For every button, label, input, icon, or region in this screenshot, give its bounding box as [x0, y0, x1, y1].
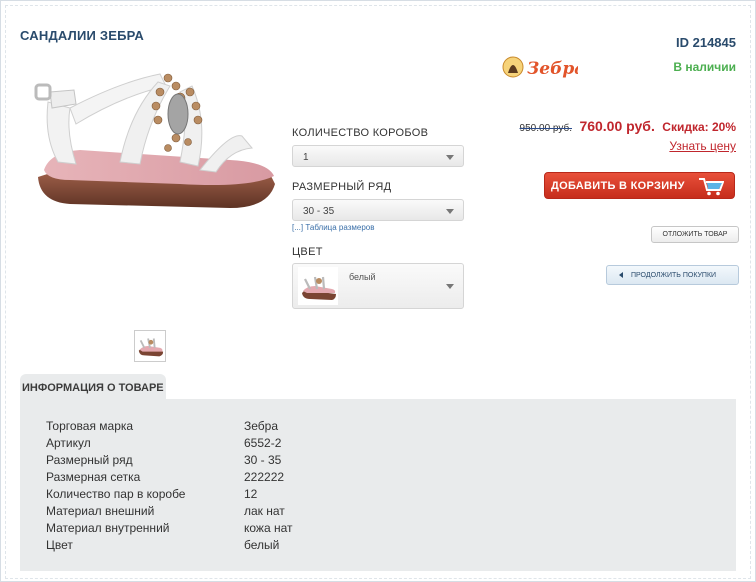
color-select[interactable]: белый	[292, 263, 464, 309]
page-title: САНДАЛИИ ЗЕБРА	[20, 28, 144, 43]
size-table-link[interactable]: [...] Таблица размеров	[292, 223, 375, 232]
qty-select[interactable]: 1	[292, 145, 464, 167]
sandal-swatch-icon	[298, 267, 338, 305]
color-select-value: белый	[349, 272, 376, 282]
qty-label: КОЛИЧЕСТВО КОРОБОВ	[292, 127, 429, 139]
sandal-thumbnail-icon[interactable]	[134, 330, 166, 362]
stock-status: В наличии	[673, 60, 736, 74]
sandal-photo[interactable]	[30, 52, 280, 217]
size-select[interactable]: 30 - 35	[292, 199, 464, 221]
chevron-down-icon	[446, 284, 454, 289]
chevron-down-icon	[446, 209, 454, 214]
qty-select-value: 1	[303, 152, 309, 163]
continue-shopping-button[interactable]: ПРОДОЛЖИТЬ ПОКУПКИ	[606, 265, 739, 285]
discount-badge: Скидка: 20%	[662, 120, 736, 134]
cart-icon	[699, 178, 724, 196]
defer-button[interactable]: ОТЛОЖИТЬ ТОВАР	[651, 226, 739, 243]
add-to-cart-label: ДОБАВИТЬ В КОРЗИНУ	[551, 180, 685, 192]
price-block: 950.00 руб. 760.00 руб. Скидка: 20%	[520, 118, 736, 136]
chevron-down-icon	[446, 155, 454, 160]
size-label: РАЗМЕРНЫЙ РЯД	[292, 181, 392, 193]
color-label: ЦВЕТ	[292, 246, 323, 258]
triangle-left-icon	[619, 272, 623, 278]
size-select-value: 30 - 35	[303, 206, 335, 217]
product-id: ID 214845	[676, 35, 736, 50]
continue-shopping-label: ПРОДОЛЖИТЬ ПОКУПКИ	[631, 272, 717, 279]
brand-logo-text: Зебра	[527, 59, 578, 79]
tab-product-info[interactable]: ИНФОРМАЦИЯ О ТОВАРЕ	[20, 374, 166, 400]
current-price: 760.00 руб.	[579, 118, 655, 134]
product-info-panel: Торговая марка Зебра Артикул 6552-2 Размер…	[20, 399, 736, 571]
ask-price-link[interactable]: Узнать цену	[669, 139, 736, 153]
brand-logo: Зебра	[502, 56, 578, 79]
add-to-cart-button[interactable]: ДОБАВИТЬ В КОРЗИНУ	[544, 172, 735, 199]
old-price: 950.00 руб.	[519, 123, 572, 134]
